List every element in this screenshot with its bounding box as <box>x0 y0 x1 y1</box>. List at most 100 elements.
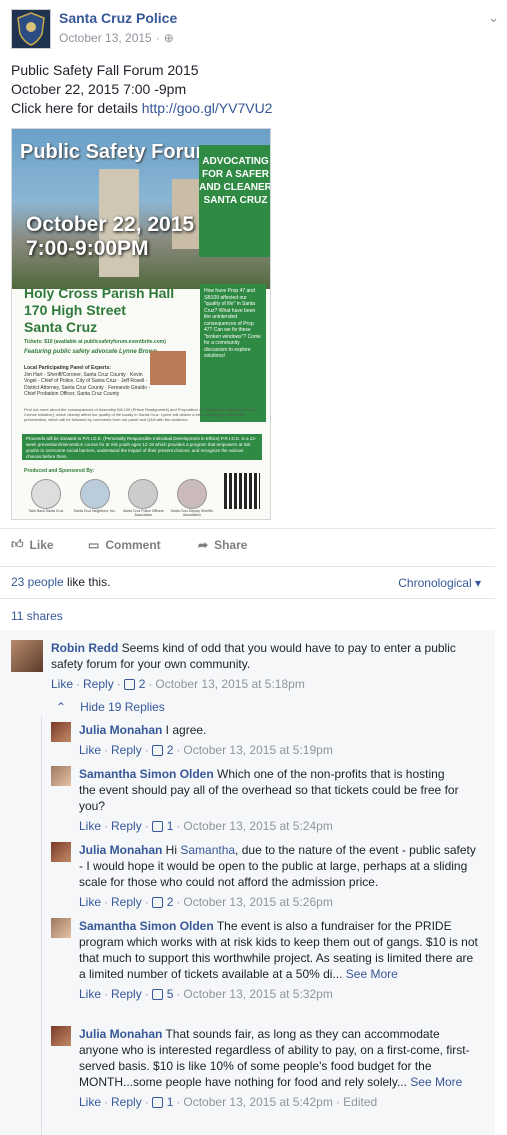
avatar[interactable] <box>51 842 71 862</box>
comment-author[interactable]: Julia Monahan <box>79 843 162 857</box>
comment-like-link[interactable]: Like <box>51 676 73 692</box>
sponsor-logo-label: Take Back Santa Cruz <box>28 509 64 513</box>
comment-author[interactable]: Samantha Simon Olden <box>79 919 214 933</box>
comment-author[interactable]: Julia Monahan <box>79 723 162 737</box>
comment-author[interactable]: Julia Monahan <box>79 1027 162 1041</box>
police-badge-icon <box>17 12 45 46</box>
post-meta: October 13, 2015 · ⊕ <box>59 31 177 45</box>
thumbs-up-icon: 👍︎ <box>11 537 24 551</box>
poster-sponsored-title: Produced and Sponsored By: <box>24 468 95 474</box>
poster-venue: Holy Cross Parish Hall 170 High Street S… <box>24 285 174 336</box>
comment-timestamp[interactable]: October 13, 2015 at 5:18pm <box>155 676 304 692</box>
share-button[interactable]: ➦ Share <box>198 537 286 552</box>
facebook-post-card: Santa Cruz Police October 13, 2015 · ⊕ ⌄… <box>0 0 499 1135</box>
comment-like-count[interactable]: 1 <box>167 818 174 834</box>
comment-like-count[interactable]: 2 <box>139 676 146 692</box>
poster-venue-line: Holy Cross Parish Hall <box>24 285 175 301</box>
comment-timestamp[interactable]: October 13, 2015 at 5:32pm <box>183 986 332 1002</box>
comment-meta: Like · Reply · 2 · October 13, 2015 at 5… <box>79 742 333 758</box>
avatar[interactable] <box>51 766 71 786</box>
thumbs-up-icon <box>151 896 163 908</box>
meta-separator: · <box>144 819 149 833</box>
avatar[interactable] <box>11 640 43 672</box>
chevron-up-icon: ⌃ <box>56 700 67 714</box>
reply: Julia Monahan Hi Samantha, due to the na… <box>51 842 481 910</box>
comment-like-count[interactable]: 2 <box>167 894 174 910</box>
comment-text: I agree. <box>162 723 207 737</box>
comment-content: Julia Monahan Hi Samantha, due to the na… <box>79 842 481 890</box>
poster-title: Public Safety Forum <box>20 141 214 163</box>
post-date[interactable]: October 13, 2015 <box>59 31 152 45</box>
comment-author[interactable]: Samantha Simon Olden <box>79 767 214 781</box>
comment-timestamp[interactable]: October 13, 2015 at 5:26pm <box>183 894 332 910</box>
sponsor-logo-label: Santa Cruz Police Officers Association <box>122 509 164 517</box>
comment-reply-link[interactable]: Reply <box>111 986 142 1002</box>
comment-label: Comment <box>105 537 161 552</box>
comment-like-count[interactable]: 2 <box>167 742 174 758</box>
comment-content: Julia Monahan I agree. <box>79 722 333 738</box>
edited-label[interactable]: · Edited <box>336 1094 377 1110</box>
poster-venue-line: Santa Cruz <box>24 319 98 335</box>
meta-separator: · <box>76 677 81 691</box>
see-more-link[interactable]: See More <box>342 967 398 981</box>
see-more-link[interactable]: See More <box>407 1075 462 1089</box>
avatar[interactable] <box>51 722 71 742</box>
poster-date-line: October 22, 2015 <box>26 213 195 236</box>
comment-timestamp[interactable]: October 13, 2015 at 5:24pm <box>183 818 332 834</box>
page-name-link[interactable]: Santa Cruz Police <box>59 10 177 26</box>
comment-like-link[interactable]: Like <box>79 1094 101 1110</box>
comment-reply-link[interactable]: Reply <box>111 818 142 834</box>
comment-like-link[interactable]: Like <box>79 742 101 758</box>
reply: Julia Monahan That sounds fair, as long … <box>51 1026 481 1110</box>
like-button[interactable]: 👍︎ Like <box>11 537 88 552</box>
comment-like-count[interactable]: 1 <box>167 1094 174 1110</box>
avatar[interactable] <box>51 918 71 938</box>
comment-sort-dropdown[interactable]: Chronological ▾ <box>398 576 481 590</box>
comment-content: Samantha Simon Olden The event is also a… <box>79 918 481 982</box>
comment-timestamp[interactable]: October 13, 2015 at 5:19pm <box>183 742 332 758</box>
shares-link[interactable]: 11 shares <box>11 609 63 623</box>
meta-separator: · <box>176 819 181 833</box>
poster-panel: Local Participating Panel of Experts: Ji… <box>24 365 154 398</box>
comment-content: Julia Monahan That sounds fair, as long … <box>79 1026 481 1090</box>
event-poster-image[interactable]: Public Safety Forum ADVOCATING FOR A SAF… <box>11 128 271 520</box>
comment-like-link[interactable]: Like <box>79 894 101 910</box>
details-link[interactable]: http://goo.gl/YV7VU2 <box>142 100 273 116</box>
poster-featuring: Featuring public safety advocate Lynne B… <box>24 349 158 355</box>
mention-link[interactable]: Samantha <box>180 843 235 857</box>
meta-separator: · <box>176 1095 181 1109</box>
post-text-line: Public Safety Fall Forum 2015 <box>11 62 199 78</box>
sponsor-logo-label: Santa Cruz Neighbors, Inc. <box>73 509 116 513</box>
avatar[interactable] <box>51 1026 71 1046</box>
comment-author[interactable]: Robin Redd <box>51 641 118 655</box>
reply: Samantha Simon Olden Which one of the no… <box>51 766 461 834</box>
comment-like-count[interactable]: 5 <box>167 986 174 1002</box>
comment-icon: ▭ <box>88 537 100 552</box>
comment-reply-link[interactable]: Reply <box>83 676 114 692</box>
page-avatar[interactable] <box>11 9 51 49</box>
likes-summary: 23 people like this. <box>11 575 110 589</box>
comment-reply-link[interactable]: Reply <box>111 1094 142 1110</box>
meta-separator: · <box>144 895 149 909</box>
poster-questions: How have Prop 47 and SB109 affected our … <box>200 284 266 422</box>
likes-count-link[interactable]: 23 people <box>11 575 64 589</box>
comment-button[interactable]: ▭ Comment <box>88 537 198 552</box>
comment-text-before: Hi <box>162 843 181 857</box>
poster-sponsor-logos: Take Back Santa Cruz Santa Cruz Neighbor… <box>24 479 214 517</box>
comment-timestamp[interactable]: October 13, 2015 at 5:42pm <box>183 1094 332 1110</box>
comment-like-link[interactable]: Like <box>79 986 101 1002</box>
divider <box>0 566 495 567</box>
comment-reply-link[interactable]: Reply <box>111 742 142 758</box>
reply-thread-line <box>41 716 42 1135</box>
chevron-down-icon[interactable]: ⌄ <box>488 10 499 26</box>
comment-meta: Like · Reply · 2 · October 13, 2015 at 5… <box>79 894 481 910</box>
thumbs-up-icon <box>123 678 135 690</box>
meta-separator: · <box>104 895 109 909</box>
poster-description: Find out more about the consequences of … <box>24 407 257 422</box>
like-label: Like <box>29 537 54 552</box>
post-text: Public Safety Fall Forum 2015 October 22… <box>11 61 272 118</box>
comment-reply-link[interactable]: Reply <box>111 894 142 910</box>
comment-content: Samantha Simon Olden Which one of the no… <box>79 766 461 814</box>
hide-replies-toggle[interactable]: ⌃ Hide 19 Replies <box>56 700 165 714</box>
comment-like-link[interactable]: Like <box>79 818 101 834</box>
